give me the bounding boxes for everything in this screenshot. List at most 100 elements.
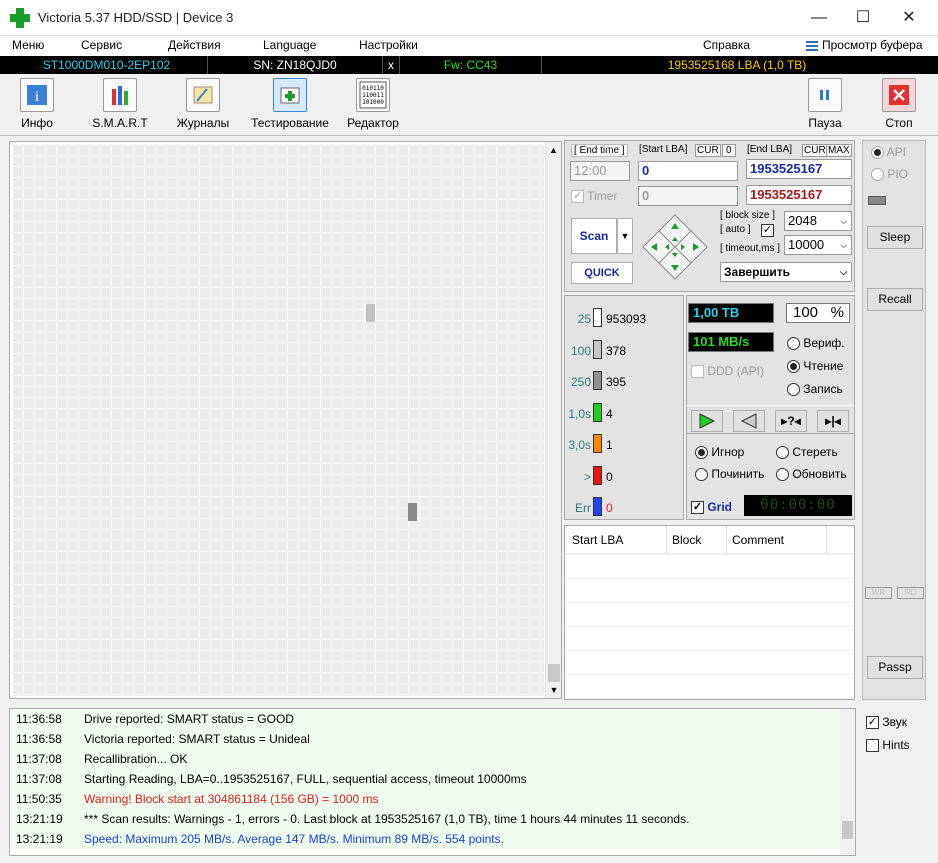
timeout-label: [ timeout,ms ]: [720, 243, 781, 254]
sound-label: Звук: [882, 715, 907, 729]
menu-settings[interactable]: Настройки: [359, 38, 418, 52]
seek-random-button[interactable]: ▸?◂: [775, 410, 807, 432]
list-icon: [806, 41, 818, 51]
menu-language[interactable]: Language: [263, 38, 316, 52]
stat-count: 0: [606, 501, 613, 515]
repair-radio[interactable]: Починить: [695, 467, 764, 482]
auto-label: [ auto ]: [720, 224, 751, 235]
timer-checkbox[interactable]: ✓ Timer: [571, 189, 617, 204]
end-time-input[interactable]: 12:00: [570, 161, 630, 181]
grid-scrollbar[interactable]: ▲ ▼: [545, 142, 561, 698]
start-lba-input[interactable]: 0: [638, 161, 738, 181]
col-comment[interactable]: Comment: [732, 533, 784, 547]
butterfly-button[interactable]: ▸|◂: [817, 410, 849, 432]
end-lba-input[interactable]: 1953525167: [746, 159, 852, 179]
stop-icon: [882, 78, 916, 112]
api-radio[interactable]: API: [871, 145, 906, 160]
stat-color-swatch[interactable]: [593, 402, 602, 422]
refresh-label: Обновить: [792, 467, 847, 481]
end-max-button[interactable]: MAX: [826, 144, 852, 157]
stat-color-swatch[interactable]: [593, 434, 602, 453]
block-size-value: 2048: [788, 213, 817, 228]
drive-clear-button[interactable]: x: [383, 56, 400, 74]
pio-radio[interactable]: PIO: [871, 167, 909, 182]
menu-main[interactable]: Меню: [12, 38, 44, 52]
erase-label: Стереть: [792, 445, 838, 459]
menu-bar: Меню Сервис Действия Language Настройки …: [0, 36, 938, 56]
passp-button[interactable]: Passp: [867, 656, 923, 679]
start-cur-button[interactable]: CUR: [695, 144, 721, 157]
scan-dropdown-icon[interactable]: ▼: [617, 218, 633, 254]
pause-button[interactable]: Пауза: [802, 78, 848, 134]
log-message: Warning! Block start at 304861184 (156 G…: [84, 792, 379, 806]
minimize-button[interactable]: —: [796, 0, 842, 36]
sleep-button[interactable]: Sleep: [867, 226, 923, 249]
direction-pad-icon[interactable]: [641, 213, 709, 281]
log-time: 11:36:58: [16, 732, 62, 746]
grid-checkbox[interactable]: ✓ Grid: [691, 500, 732, 515]
ddd-checkbox[interactable]: DDD (API): [691, 364, 764, 379]
menu-help[interactable]: Справка: [703, 38, 750, 52]
refresh-radio[interactable]: Обновить: [776, 467, 847, 482]
tab-editor-label: Редактор: [347, 116, 399, 130]
verify-radio[interactable]: Вериф.: [787, 336, 845, 351]
start-lba-label: [Start LBA]: [639, 144, 688, 155]
finish-action-value: Завершить: [724, 265, 791, 279]
stat-threshold: 250: [570, 375, 591, 389]
reverse-button[interactable]: [733, 410, 765, 432]
close-window-button[interactable]: ✕: [886, 0, 932, 36]
stat-count: 4: [606, 406, 613, 421]
end-cur-button[interactable]: CUR: [802, 144, 828, 157]
pause-label: Пауза: [808, 116, 842, 130]
tab-smart[interactable]: S.M.A.R.T: [88, 78, 152, 134]
tab-editor[interactable]: 010110 110011 101000 Редактор: [344, 78, 402, 134]
timeout-select[interactable]: 10000 ⌵: [784, 235, 852, 255]
hints-checkbox[interactable]: Hints: [866, 738, 910, 753]
tab-journals[interactable]: Журналы: [172, 78, 234, 134]
col-start-lba[interactable]: Start LBA: [572, 533, 623, 547]
tab-testing[interactable]: Тестирование: [248, 78, 332, 134]
recall-button[interactable]: Recall: [867, 288, 923, 311]
log-scroll-thumb[interactable]: [842, 821, 853, 839]
pio-label: PIO: [887, 167, 909, 181]
timer-input[interactable]: 0: [638, 186, 738, 206]
stat-count: 0: [606, 469, 613, 484]
scan-button[interactable]: Scan: [571, 218, 617, 254]
read-label: Чтение: [803, 359, 844, 373]
scroll-down-icon[interactable]: ▼: [546, 682, 561, 698]
finish-action-select[interactable]: Завершить ⌵: [720, 262, 852, 282]
log-time: 11:37:08: [16, 752, 62, 766]
block-map-grid: ▲ ▼: [9, 141, 562, 699]
ignore-radio[interactable]: Игнор: [695, 445, 744, 460]
play-button[interactable]: [691, 410, 723, 432]
log-scrollbar[interactable]: [840, 709, 855, 855]
block-cell-slow: [366, 304, 375, 322]
col-block[interactable]: Block: [672, 533, 701, 547]
stop-button[interactable]: Стоп: [876, 78, 922, 134]
quick-button[interactable]: QUICK: [571, 262, 633, 284]
erase-radio[interactable]: Стереть: [776, 445, 838, 460]
scroll-thumb[interactable]: [548, 664, 560, 682]
window-title: Victoria 5.37 HDD/SSD | Device 3: [38, 10, 234, 25]
auto-checkbox[interactable]: ✓: [761, 223, 774, 238]
app-cross-icon: [10, 8, 30, 28]
stat-color-swatch[interactable]: [593, 465, 602, 485]
stat-color-swatch[interactable]: [593, 371, 602, 390]
block-size-label: [ block size ]: [720, 210, 776, 221]
menu-buffer-view[interactable]: Просмотр буфера: [822, 38, 923, 52]
read-radio[interactable]: Чтение: [787, 359, 844, 374]
stat-color-swatch[interactable]: [593, 497, 602, 516]
scanned-size: 1,00 TB: [688, 303, 774, 323]
maximize-button[interactable]: ☐: [840, 0, 886, 36]
scroll-up-icon[interactable]: ▲: [546, 142, 561, 158]
write-radio[interactable]: Запись: [787, 382, 843, 397]
menu-actions[interactable]: Действия: [168, 38, 221, 52]
stat-color-swatch[interactable]: [593, 339, 602, 359]
block-size-select[interactable]: 2048 ⌵: [784, 211, 852, 231]
tab-journals-label: Журналы: [176, 116, 230, 130]
stat-color-swatch[interactable]: [593, 308, 602, 327]
menu-service[interactable]: Сервис: [81, 38, 122, 52]
sound-checkbox[interactable]: ✓ Звук: [866, 715, 907, 730]
tab-info[interactable]: i Инфо: [12, 78, 62, 134]
wr-indicator: WR: [865, 587, 892, 599]
